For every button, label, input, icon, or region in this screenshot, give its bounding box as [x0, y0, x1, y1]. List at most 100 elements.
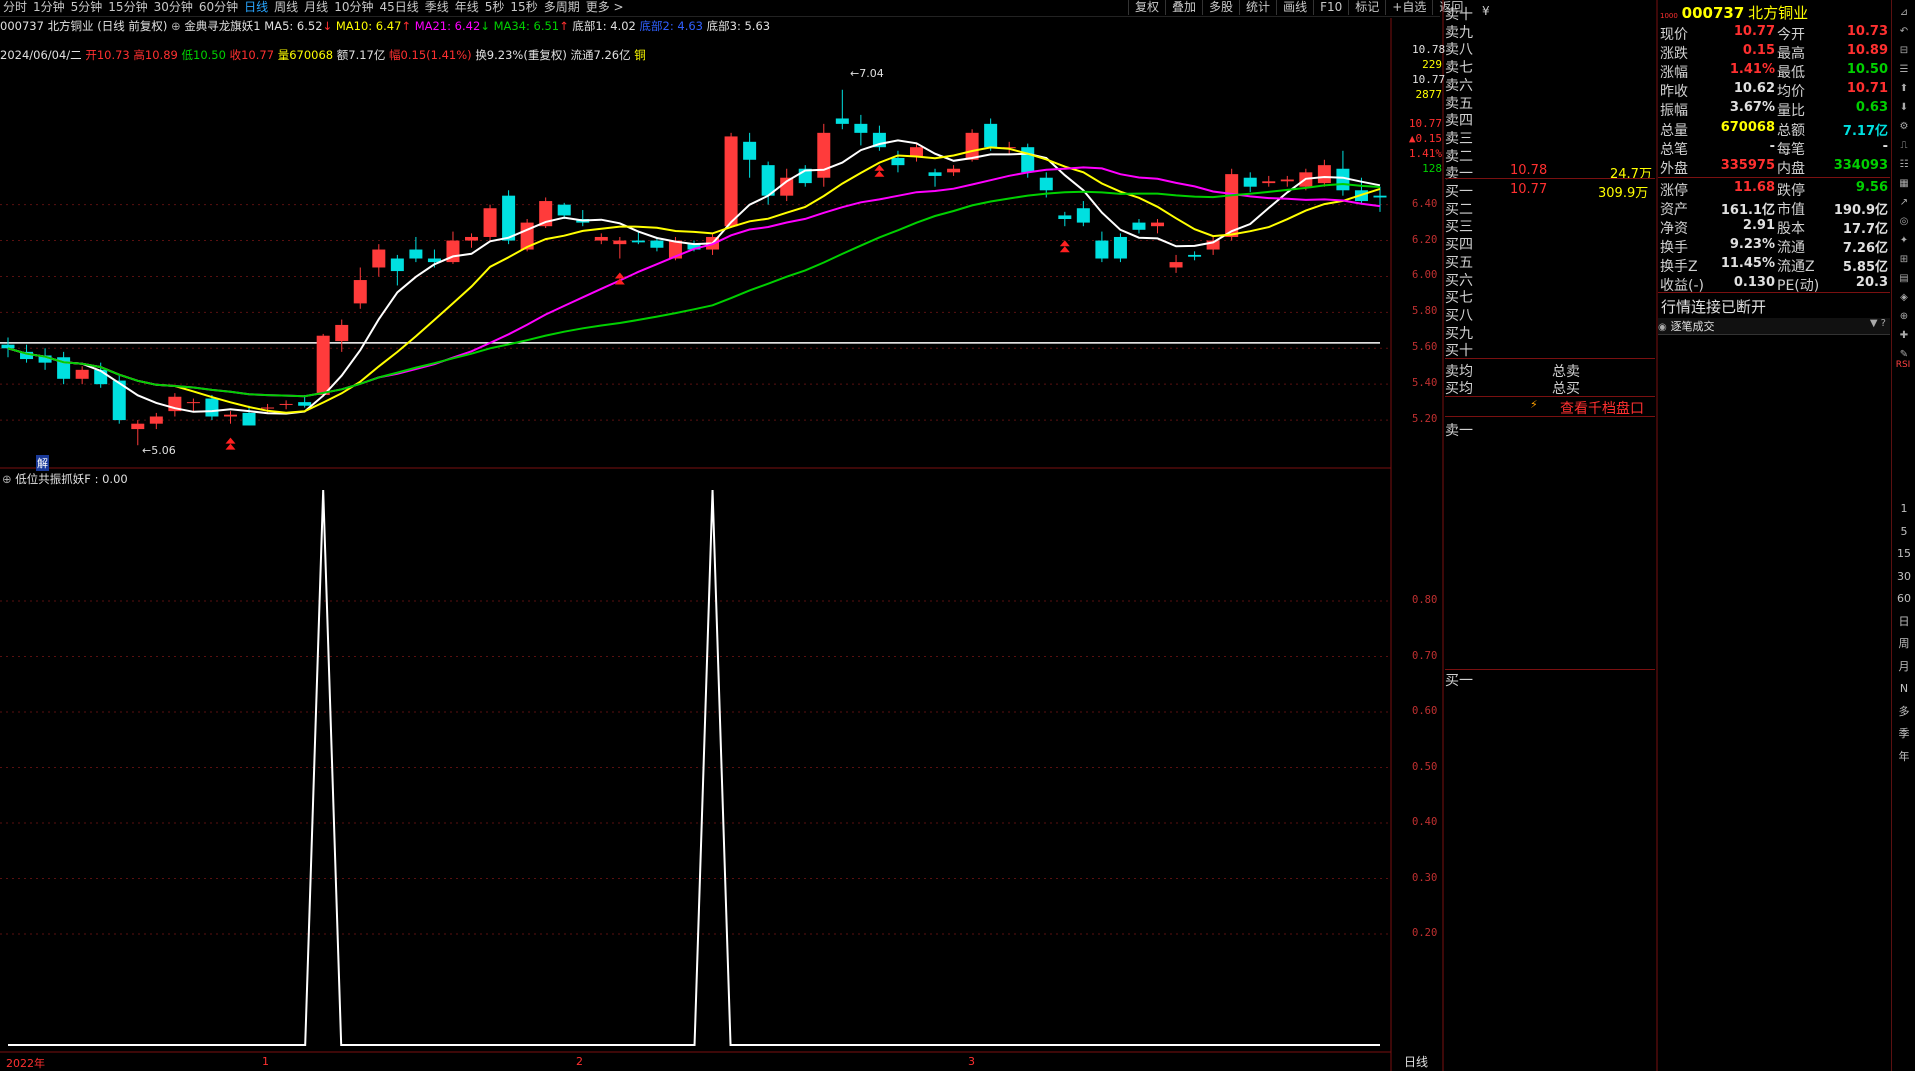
candle-body[interactable]: [1280, 179, 1294, 182]
candle-body[interactable]: [390, 258, 404, 272]
candle-body[interactable]: [1169, 262, 1183, 268]
candle-body[interactable]: [557, 204, 571, 216]
buy1-volume: 309.9万: [1598, 186, 1649, 201]
sidebar-period-0[interactable]: 1: [1894, 500, 1914, 518]
sidebar-period-4[interactable]: 60: [1894, 590, 1914, 608]
low-value: 5.06: [151, 444, 176, 457]
candle-body[interactable]: [1058, 215, 1072, 220]
axis-chg: ▲0.15: [1408, 132, 1442, 145]
sidebar-tool-icon-5[interactable]: ⬇: [1894, 99, 1914, 117]
sidebar-period-11[interactable]: 年: [1894, 748, 1914, 766]
sidebar-tool-icon-14[interactable]: ▤: [1894, 270, 1914, 288]
sidebar-tool-icon-4[interactable]: ⬆: [1894, 80, 1914, 98]
candle-body[interactable]: [1225, 174, 1239, 237]
candle-body[interactable]: [205, 398, 219, 417]
trades-menu-icon[interactable]: ▼ ?: [1870, 318, 1886, 329]
candle-body[interactable]: [261, 407, 275, 409]
sub-tick-3: 0.50: [1412, 760, 1438, 773]
period-indicator[interactable]: 日线: [1404, 1053, 1428, 1070]
sidebar-tool-icon-16[interactable]: ⊕: [1894, 308, 1914, 326]
candle-body[interactable]: [1317, 165, 1331, 184]
candle-body[interactable]: [835, 118, 849, 124]
jie-badge[interactable]: 解: [36, 455, 49, 471]
candle-body[interactable]: [817, 132, 831, 178]
candle-body[interactable]: [335, 324, 349, 342]
candle-body[interactable]: [1, 344, 15, 349]
sidebar-tool-icon-11[interactable]: ◎: [1894, 213, 1914, 231]
candle-body[interactable]: [1039, 177, 1053, 191]
candle-body[interactable]: [502, 195, 516, 241]
quote-label-6: 总笔: [1660, 141, 1688, 158]
candle-body[interactable]: [1021, 147, 1035, 173]
candle-body[interactable]: [353, 280, 367, 304]
candle-body[interactable]: [1113, 236, 1127, 259]
candle-body[interactable]: [743, 141, 757, 160]
sidebar-period-5[interactable]: 日: [1894, 613, 1914, 631]
sidebar-tool-icon-8[interactable]: ☷: [1894, 156, 1914, 174]
candle-body[interactable]: [1151, 222, 1165, 227]
candle-body[interactable]: [947, 168, 961, 173]
candle-body[interactable]: [650, 240, 664, 248]
sidebar-tool-icon-13[interactable]: ⊞: [1894, 251, 1914, 269]
sidebar-period-3[interactable]: 30: [1894, 568, 1914, 586]
candle-body[interactable]: [372, 249, 386, 268]
sidebar-tool-icon-7[interactable]: ⎍: [1894, 137, 1914, 155]
candle-body[interactable]: [928, 172, 942, 176]
candle-body[interactable]: [75, 369, 89, 379]
candle-body[interactable]: [1262, 181, 1276, 184]
sidebar-tool-icon-17[interactable]: ✚: [1894, 327, 1914, 345]
candle-body[interactable]: [854, 123, 868, 133]
sidebar-period-8[interactable]: N: [1894, 680, 1914, 698]
sidebar-tool-icon-10[interactable]: ↗: [1894, 194, 1914, 212]
sidebar-tool-icon-9[interactable]: ▦: [1894, 175, 1914, 193]
candle-body[interactable]: [316, 335, 330, 395]
quote-label-11: 换手: [1660, 240, 1688, 257]
candle-body[interactable]: [483, 208, 497, 237]
candle-body[interactable]: [909, 147, 923, 157]
sidebar-period-2[interactable]: 15: [1894, 545, 1914, 563]
sidebar-tool-icon-15[interactable]: ◈: [1894, 289, 1914, 307]
candle-body[interactable]: [594, 236, 608, 241]
quote-value-11: 9.23%: [1729, 237, 1775, 253]
sidebar-period-1[interactable]: 5: [1894, 523, 1914, 541]
kline-chart[interactable]: [0, 0, 1891, 1071]
sidebar-tool-icon-12[interactable]: ✦: [1894, 232, 1914, 250]
sidebar-tool-icon-6[interactable]: ⚙: [1894, 118, 1914, 136]
candle-body[interactable]: [1132, 222, 1146, 230]
sub-indicator-title[interactable]: ⊕ 低位共振抓妖F : 0.00: [2, 471, 128, 487]
sidebar-tool-icon-0[interactable]: ⊿: [1894, 4, 1914, 22]
quote-label-2: 涨幅: [1660, 65, 1688, 82]
candle-body[interactable]: [631, 240, 645, 243]
candle-body[interactable]: [724, 136, 738, 227]
candle-body[interactable]: [465, 236, 479, 241]
trades-header[interactable]: ◉ 逐笔成交 ▼ ?: [1658, 318, 1890, 335]
candle-body[interactable]: [279, 403, 293, 405]
sidebar-period-6[interactable]: 周: [1894, 635, 1914, 653]
candle-body[interactable]: [891, 157, 905, 166]
candle-body[interactable]: [186, 402, 200, 404]
sub-settings-icon[interactable]: ⊕: [2, 472, 12, 486]
candle-body[interactable]: [1076, 208, 1090, 223]
candle-body[interactable]: [149, 416, 163, 424]
sidebar-tool-icon-2[interactable]: ⊟: [1894, 42, 1914, 60]
candle-body[interactable]: [1243, 177, 1257, 187]
sidebar-rsi[interactable]: RSI: [1893, 356, 1913, 374]
sidebar-period-10[interactable]: 季: [1894, 725, 1914, 743]
candle-body[interactable]: [409, 249, 423, 259]
sidebar-period-9[interactable]: 多: [1894, 703, 1914, 721]
sidebar-period-7[interactable]: 月: [1894, 658, 1914, 676]
candle-body[interactable]: [613, 240, 627, 245]
candle-body[interactable]: [223, 414, 237, 417]
thousand-level-link[interactable]: 查看千档盘口: [1560, 398, 1644, 418]
candle-body[interactable]: [131, 423, 145, 430]
candle-body[interactable]: [242, 412, 256, 426]
candle-body[interactable]: [298, 402, 312, 406]
candle-body[interactable]: [1095, 240, 1109, 259]
candle-body[interactable]: [984, 123, 998, 148]
sidebar-tool-icon-1[interactable]: ↶: [1894, 23, 1914, 41]
candle-body[interactable]: [1373, 195, 1387, 198]
candle-body[interactable]: [1188, 254, 1202, 257]
candle-body[interactable]: [965, 132, 979, 160]
low-annotation: ←5.06: [142, 444, 176, 457]
sidebar-tool-icon-3[interactable]: ☰: [1894, 61, 1914, 79]
